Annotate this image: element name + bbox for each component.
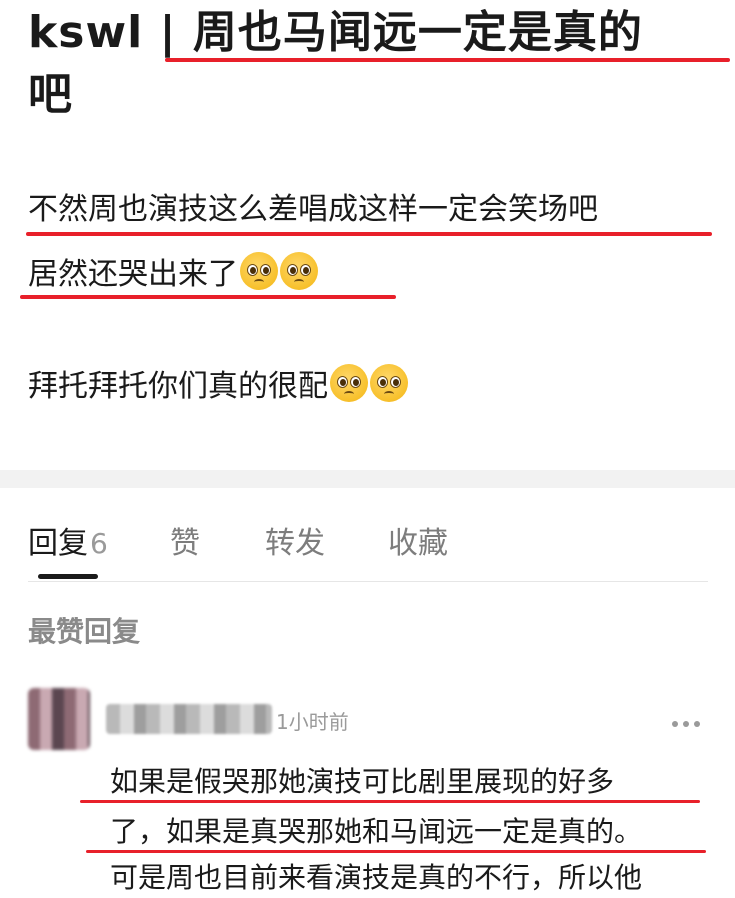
pleading-face-icon <box>280 252 318 290</box>
tab-replies-label: 回复 <box>28 526 88 561</box>
comment-timestamp: 1小时前 <box>276 710 349 734</box>
title-underline <box>165 58 730 62</box>
body-underline-1 <box>26 232 712 236</box>
top-replies-label: 最赞回复 <box>28 615 141 648</box>
title-line2: 吧 <box>28 69 73 120</box>
tab-reposts[interactable]: 转发 <box>265 518 325 562</box>
tab-favorites[interactable]: 收藏 <box>388 518 448 562</box>
tab-reposts-label: 转发 <box>265 526 325 561</box>
post-body-line-2: 居然还哭出来了 <box>28 252 318 295</box>
post-body-line-1: 不然周也演技这么差唱成这样一定会笑场吧 <box>28 192 598 227</box>
tab-likes[interactable]: 赞 <box>170 518 200 562</box>
active-tab-indicator <box>38 574 98 579</box>
comment-underline-1 <box>80 800 700 803</box>
avatar[interactable] <box>28 688 90 750</box>
post-body-line-3: 拜托拜托你们真的很配 <box>28 364 408 407</box>
more-options-icon[interactable] <box>672 712 708 727</box>
tab-bar-divider <box>28 581 708 582</box>
tab-favorites-label: 收藏 <box>388 526 448 561</box>
comment-line-1: 如果是假哭那她演技可比剧里展现的好多 <box>110 765 615 798</box>
tab-likes-label: 赞 <box>170 526 200 561</box>
pleading-face-icon <box>330 364 368 402</box>
title-prefix: kswl | <box>28 7 193 58</box>
tab-replies-count: 6 <box>90 527 108 560</box>
comment-line-3: 可是周也目前来看演技是真的不行，所以他 <box>110 861 643 894</box>
section-divider <box>0 470 735 488</box>
comment-underline-2 <box>86 850 706 853</box>
tab-replies[interactable]: 回复6 <box>28 518 108 562</box>
title-highlight: 周也马闻远一定是真的 <box>192 7 643 58</box>
comment-line-2: 了，如果是真哭那她和马闻远一定是真的。 <box>110 815 643 848</box>
username-blurred[interactable] <box>106 704 272 734</box>
post-body-line-3-text: 拜托拜托你们真的很配 <box>28 369 328 404</box>
post-title: kswl | 周也马闻远一定是真的 吧 <box>28 2 718 126</box>
post-body-line-2-text: 居然还哭出来了 <box>28 257 238 292</box>
pleading-face-icon <box>370 364 408 402</box>
body-underline-2 <box>20 295 396 299</box>
pleading-face-icon <box>240 252 278 290</box>
